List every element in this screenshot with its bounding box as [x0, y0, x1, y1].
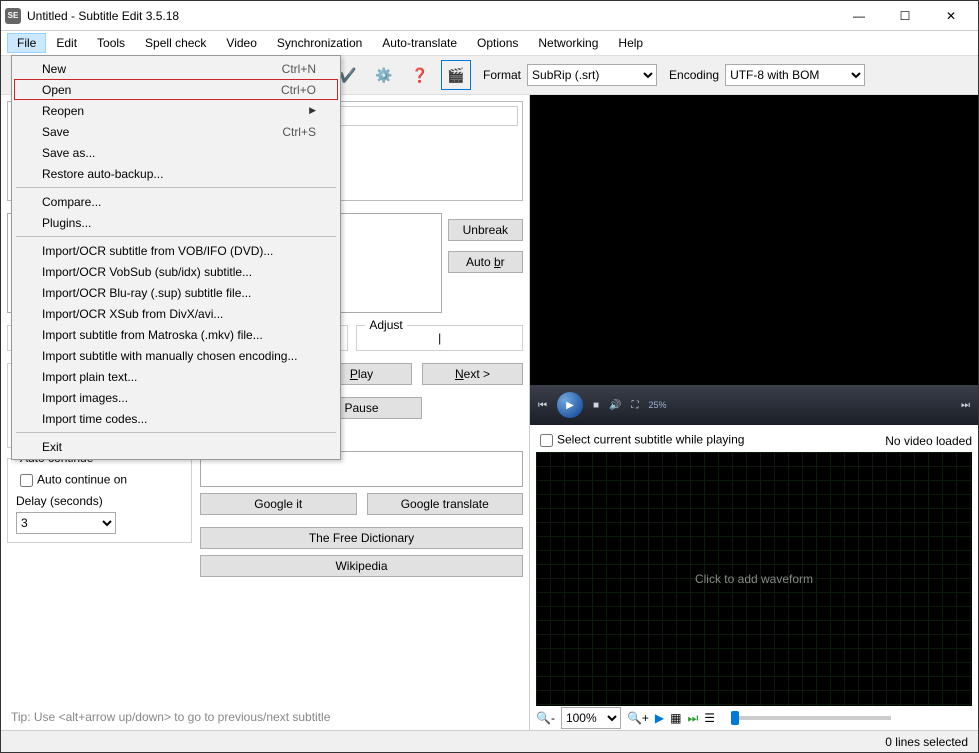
menu-item-reopen[interactable]: Reopen▶: [14, 100, 338, 121]
menu-edit[interactable]: Edit: [46, 33, 87, 53]
auto-continue-checkbox-row[interactable]: Auto continue on: [16, 471, 183, 490]
menubar: File Edit Tools Spell check Video Synchr…: [1, 31, 978, 55]
toolbar-settings-icon[interactable]: ⚙️: [369, 60, 399, 90]
wave-play-icon[interactable]: ▶: [655, 711, 664, 725]
menu-item-saveas[interactable]: Save as...: [14, 142, 338, 163]
menu-item-plugins[interactable]: Plugins...: [14, 212, 338, 233]
app-icon: SE: [5, 8, 21, 24]
right-pane: ⏮ ▶ ■ 🔊 ⛶ 25% ⏭ Select current subtitle …: [530, 95, 978, 730]
menu-tools[interactable]: Tools: [87, 33, 135, 53]
zoom-out-icon[interactable]: 🔍-: [536, 711, 555, 725]
no-video-label: No video loaded: [885, 434, 972, 448]
menu-separator: [16, 432, 336, 433]
minimize-button[interactable]: —: [836, 1, 882, 31]
zoom-select[interactable]: 100%: [561, 707, 621, 729]
adjust-group-legend: Adjust: [365, 318, 406, 332]
adjust-sep: |: [438, 331, 441, 345]
menu-item-import-mkv[interactable]: Import subtitle from Matroska (.mkv) fil…: [14, 324, 338, 345]
format-label: Format: [483, 68, 521, 82]
menu-item-save[interactable]: SaveCtrl+S: [14, 121, 338, 142]
menu-file[interactable]: File: [7, 33, 46, 53]
maximize-button[interactable]: ☐: [882, 1, 928, 31]
stop-icon[interactable]: ■: [593, 400, 599, 411]
delay-label: Delay (seconds): [16, 494, 183, 508]
next-button[interactable]: Next >: [422, 363, 523, 385]
menu-networking[interactable]: Networking: [528, 33, 608, 53]
tip-text: Tip: Use <alt+arrow up/down> to go to pr…: [1, 704, 529, 730]
titlebar: SE Untitled - Subtitle Edit 3.5.18 — ☐ ✕: [1, 1, 978, 31]
google-translate-button[interactable]: Google translate: [367, 493, 524, 515]
window-title: Untitled - Subtitle Edit 3.5.18: [27, 9, 836, 23]
menu-sync[interactable]: Synchronization: [267, 33, 372, 53]
app-window: SE Untitled - Subtitle Edit 3.5.18 — ☐ ✕…: [0, 0, 979, 753]
menu-item-compare[interactable]: Compare...: [14, 191, 338, 212]
toolbar-help-icon[interactable]: ❓: [405, 60, 435, 90]
menu-item-new[interactable]: NewCtrl+N: [14, 58, 338, 79]
waveform-placeholder: Click to add waveform: [695, 572, 813, 586]
select-playing-label: Select current subtitle while playing: [557, 433, 744, 447]
delay-select[interactable]: 3: [16, 512, 116, 534]
menu-separator: [16, 187, 336, 188]
skip-back-icon[interactable]: ⏮: [538, 400, 547, 411]
menu-item-open[interactable]: OpenCtrl+O: [14, 79, 338, 100]
player-controls: ⏮ ▶ ■ 🔊 ⛶ 25% ⏭: [530, 385, 978, 425]
menu-item-import-plaintext[interactable]: Import plain text...: [14, 366, 338, 387]
fullscreen-icon[interactable]: ⛶: [632, 400, 639, 411]
menu-spellcheck[interactable]: Spell check: [135, 33, 216, 53]
player-percent: 25%: [649, 400, 952, 410]
close-button[interactable]: ✕: [928, 1, 974, 31]
toolbar-video-icon[interactable]: 🎬: [441, 60, 471, 90]
menu-item-import-bluray[interactable]: Import/OCR Blu-ray (.sup) subtitle file.…: [14, 282, 338, 303]
wave-next-icon[interactable]: ⏭: [687, 711, 698, 726]
menu-item-restore[interactable]: Restore auto-backup...: [14, 163, 338, 184]
menu-item-exit[interactable]: Exit: [14, 436, 338, 457]
auto-continue-checkbox[interactable]: [20, 474, 33, 487]
menu-item-import-timecodes[interactable]: Import time codes...: [14, 408, 338, 429]
menu-item-import-xsub[interactable]: Import/OCR XSub from DivX/avi...: [14, 303, 338, 324]
format-select[interactable]: SubRip (.srt): [527, 64, 657, 86]
free-dictionary-button[interactable]: The Free Dictionary: [200, 527, 523, 549]
zoom-in-icon[interactable]: 🔍+: [627, 711, 649, 725]
wave-position-slider[interactable]: [731, 716, 891, 720]
menu-help[interactable]: Help: [608, 33, 653, 53]
player-play-icon[interactable]: ▶: [557, 392, 583, 418]
menu-autotranslate[interactable]: Auto-translate: [372, 33, 467, 53]
file-menu-dropdown: NewCtrl+N OpenCtrl+O Reopen▶ SaveCtrl+S …: [11, 55, 341, 460]
submenu-arrow-icon: ▶: [309, 105, 316, 116]
unbreak-button[interactable]: Unbreak: [448, 219, 523, 241]
auto-continue-group: Auto continue Auto continue on Delay (se…: [7, 458, 192, 543]
zoom-row: 🔍- 100% 🔍+ ▶ ▦ ⏭ ☰: [530, 706, 978, 730]
autobr-button[interactable]: Auto br: [448, 251, 523, 273]
waveform-header: Select current subtitle while playing No…: [530, 429, 978, 452]
volume-icon[interactable]: 🔊: [609, 400, 621, 411]
select-playing-checkbox-row[interactable]: Select current subtitle while playing: [536, 431, 744, 450]
menu-item-import-vobsub[interactable]: Import/OCR VobSub (sub/idx) subtitle...: [14, 261, 338, 282]
menu-item-import-encoding[interactable]: Import subtitle with manually chosen enc…: [14, 345, 338, 366]
video-player[interactable]: ⏮ ▶ ■ 🔊 ⛶ 25% ⏭: [530, 95, 978, 425]
menu-item-import-images[interactable]: Import images...: [14, 387, 338, 408]
statusbar: 0 lines selected: [1, 730, 978, 752]
wave-list-icon[interactable]: ☰: [704, 711, 715, 725]
auto-continue-checkbox-label: Auto continue on: [37, 473, 127, 487]
waveform-area[interactable]: Click to add waveform: [536, 452, 972, 706]
lines-selected-label: 0 lines selected: [885, 735, 968, 749]
menu-separator: [16, 236, 336, 237]
select-playing-checkbox[interactable]: [540, 434, 553, 447]
google-it-button[interactable]: Google it: [200, 493, 357, 515]
menu-item-import-vob[interactable]: Import/OCR subtitle from VOB/IFO (DVD)..…: [14, 240, 338, 261]
menu-options[interactable]: Options: [467, 33, 528, 53]
skip-forward-icon[interactable]: ⏭: [961, 400, 970, 411]
wave-grid-icon[interactable]: ▦: [670, 711, 681, 725]
encoding-label: Encoding: [669, 68, 719, 82]
encoding-select[interactable]: UTF-8 with BOM: [725, 64, 865, 86]
menu-video[interactable]: Video: [216, 33, 266, 53]
wikipedia-button[interactable]: Wikipedia: [200, 555, 523, 577]
